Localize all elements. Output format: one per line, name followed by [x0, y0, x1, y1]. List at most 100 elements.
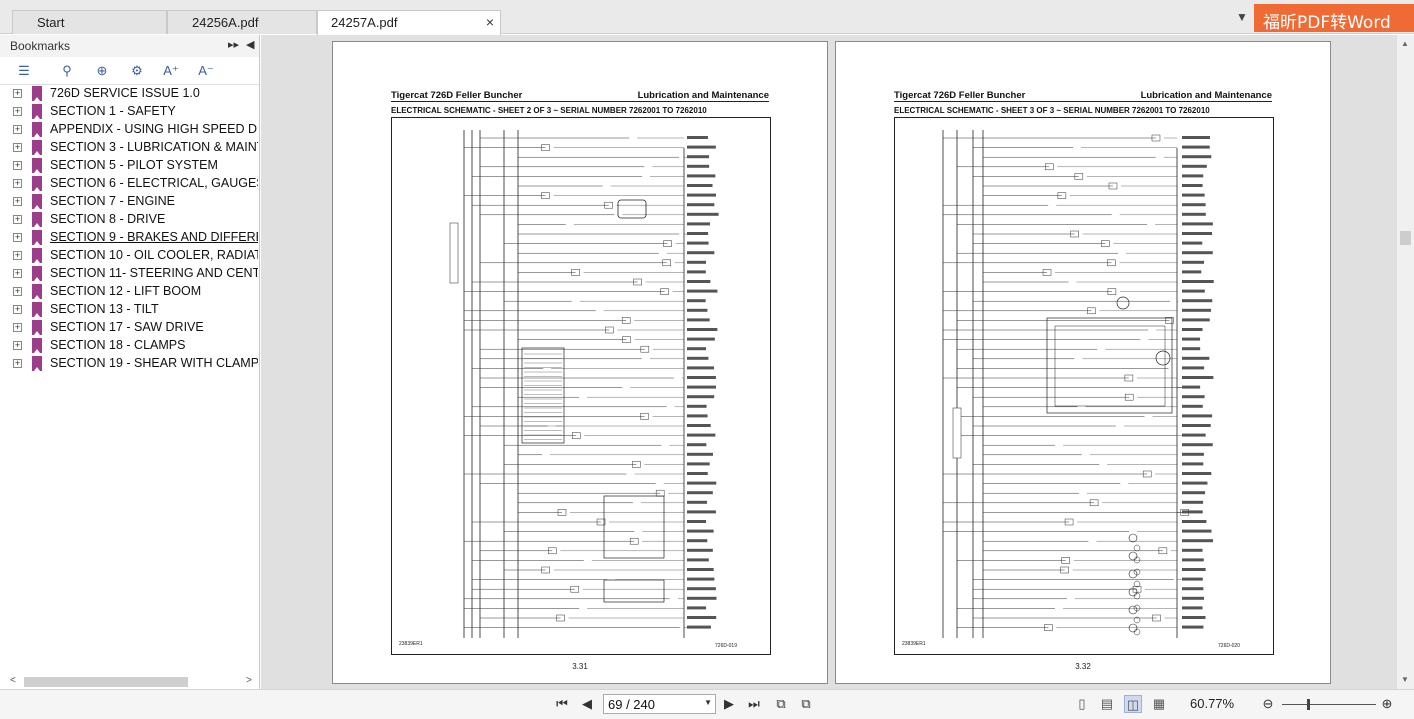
next-view-icon[interactable]: ⧉ — [797, 695, 815, 713]
wire-label — [1182, 308, 1212, 312]
collapse-panel-icon[interactable]: ◀ — [246, 38, 254, 51]
previous-page-icon[interactable]: ◀ — [578, 695, 596, 713]
wire-label — [687, 433, 716, 437]
continuous-facing-view-icon[interactable]: ▦ — [1150, 695, 1168, 713]
bookmark-options-icon[interactable]: ☰ — [15, 63, 33, 79]
tab-24257a[interactable]: 24257A.pdf × — [317, 10, 501, 35]
expand-icon[interactable]: + — [13, 143, 22, 152]
scroll-down-icon[interactable]: ▼ — [1401, 675, 1409, 684]
pdf-to-word-brand-button[interactable]: 福昕PDF转Word — [1254, 4, 1414, 33]
scrollbar-thumb[interactable] — [24, 677, 188, 687]
bookmark-icon — [32, 356, 42, 371]
expand-icon[interactable]: + — [13, 161, 22, 170]
zoom-slider-knob[interactable] — [1307, 699, 1310, 710]
bookmark-properties-icon[interactable]: ⚙ — [128, 63, 146, 79]
wire-label — [687, 404, 707, 408]
wire-label — [1182, 395, 1205, 399]
bookmark-item[interactable]: + SECTION 5 - PILOT SYSTEM — [0, 157, 258, 175]
expand-icon[interactable]: + — [13, 197, 22, 206]
zoom-level[interactable]: 60.77% — [1190, 696, 1234, 711]
electrical-schematic-sheet-3 — [894, 117, 1274, 655]
expand-icon[interactable]: + — [13, 251, 22, 260]
wire-label — [687, 366, 715, 370]
page-number-input[interactable]: 69 / 240 ▼ — [603, 694, 716, 714]
bookmarks-horizontal-scrollbar[interactable]: < > — [8, 675, 256, 689]
bookmark-label: APPENDIX - USING HIGH SPEED DISC — [50, 122, 258, 136]
tab-menu-chevron-icon[interactable]: ▼ — [1236, 10, 1248, 24]
bookmark-item[interactable]: + SECTION 7 - ENGINE — [0, 193, 258, 211]
wire-label — [1182, 337, 1201, 341]
wire-label — [687, 414, 708, 418]
expand-icon[interactable]: + — [13, 287, 22, 296]
bookmark-label: SECTION 7 - ENGINE — [50, 194, 176, 208]
bookmark-item[interactable]: + SECTION 11- STEERING AND CENTER — [0, 265, 258, 283]
page-dropdown-icon[interactable]: ▼ — [704, 698, 712, 707]
wire-label — [687, 337, 715, 341]
wire-label — [687, 184, 713, 187]
expand-panel-icon[interactable]: ▸▸ — [228, 38, 239, 51]
bookmark-item[interactable]: +726D SERVICE ISSUE 1.0 — [0, 85, 258, 103]
zoom-slider[interactable] — [1282, 699, 1376, 710]
find-bookmark-icon[interactable]: ⚲ — [58, 63, 76, 79]
wire-label — [687, 452, 713, 456]
scroll-up-icon[interactable]: ▲ — [1401, 39, 1409, 48]
scroll-left-icon[interactable]: < — [10, 675, 16, 686]
wire-label — [687, 577, 715, 581]
bookmark-item[interactable]: + SECTION 3 - LUBRICATION & MAINTE — [0, 139, 258, 157]
schematic-subtitle: ELECTRICAL SCHEMATIC - SHEET 2 OF 3 ~ SE… — [391, 106, 707, 115]
bookmark-item[interactable]: + SECTION 12 - LIFT BOOM — [0, 283, 258, 301]
bookmark-item[interactable]: + SECTION 18 - CLAMPS — [0, 337, 258, 355]
increase-font-icon[interactable]: A⁺ — [162, 63, 180, 79]
bookmark-item[interactable]: + SECTION 8 - DRIVE — [0, 211, 258, 229]
schematic-subtitle: ELECTRICAL SCHEMATIC - SHEET 3 OF 3 ~ SE… — [894, 106, 1210, 115]
document-view[interactable]: Tigercat 726D Feller Buncher Lubrication… — [261, 35, 1396, 689]
bookmark-item[interactable]: + SECTION 17 - SAW DRIVE — [0, 319, 258, 337]
bookmarks-panel-title: Bookmarks — [10, 39, 71, 53]
last-page-icon[interactable]: ⏭ — [745, 695, 763, 713]
wire-label — [687, 424, 711, 427]
expand-icon[interactable]: + — [13, 341, 22, 350]
page-number: 3.31 — [572, 662, 588, 671]
lamp-symbol — [1128, 551, 1138, 561]
single-page-view-icon[interactable]: ▯ — [1073, 695, 1091, 713]
decrease-font-icon[interactable]: A⁻ — [197, 63, 215, 79]
previous-view-icon[interactable]: ⧉ — [772, 695, 790, 713]
next-page-icon[interactable]: ▶ — [720, 695, 738, 713]
zoom-out-icon[interactable]: ⊖ — [1259, 695, 1277, 713]
expand-icon[interactable]: + — [13, 107, 22, 116]
bookmark-item[interactable]: + SECTION 19 - SHEAR WITH CLAMPS — [0, 355, 258, 373]
bookmark-item[interactable]: + SECTION 10 - OIL COOLER, RADIATO — [0, 247, 258, 265]
zoom-in-icon[interactable]: ⊕ — [1378, 695, 1396, 713]
document-vertical-scrollbar[interactable]: ▲ ▼ — [1396, 35, 1414, 689]
first-page-icon[interactable]: ⏮ — [553, 695, 571, 713]
expand-icon[interactable]: + — [13, 179, 22, 188]
facing-view-icon[interactable]: ◫ — [1124, 695, 1142, 713]
expand-icon[interactable]: + — [13, 125, 22, 134]
wire-label — [687, 155, 710, 159]
expand-icon[interactable]: + — [13, 233, 22, 242]
scrollbar-thumb[interactable] — [1400, 231, 1411, 245]
wire-label — [1182, 433, 1206, 437]
bookmark-item[interactable]: + APPENDIX - USING HIGH SPEED DISC — [0, 121, 258, 139]
expand-icon[interactable]: + — [13, 359, 22, 368]
lamp-symbol — [1128, 569, 1138, 579]
bookmark-item[interactable]: + SECTION 6 - ELECTRICAL, GAUGES & — [0, 175, 258, 193]
expand-icon[interactable]: + — [13, 269, 22, 278]
expand-icon[interactable]: + — [13, 89, 22, 98]
expand-icon[interactable]: + — [13, 305, 22, 314]
bookmark-item[interactable]: + SECTION 13 - TILT — [0, 301, 258, 319]
expand-icon[interactable]: + — [13, 323, 22, 332]
close-tab-icon[interactable]: × — [486, 14, 494, 30]
scroll-right-icon[interactable]: > — [246, 675, 252, 686]
wire-label — [1182, 385, 1201, 389]
tab-start[interactable]: Start — [12, 10, 167, 34]
expand-icon[interactable]: + — [13, 215, 22, 224]
bookmark-icon — [32, 248, 42, 263]
bookmark-item[interactable]: + SECTION 9 - BRAKES AND DIFFERENT — [0, 229, 258, 247]
wire-label — [1182, 481, 1208, 485]
add-bookmark-icon[interactable]: ⊕ — [93, 63, 111, 79]
pdf-page-left: Tigercat 726D Feller Buncher Lubrication… — [332, 41, 828, 684]
tab-24256a[interactable]: 24256A.pdf — [167, 10, 317, 34]
bookmark-item[interactable]: + SECTION 1 - SAFETY — [0, 103, 258, 121]
continuous-view-icon[interactable]: ▤ — [1098, 695, 1116, 713]
